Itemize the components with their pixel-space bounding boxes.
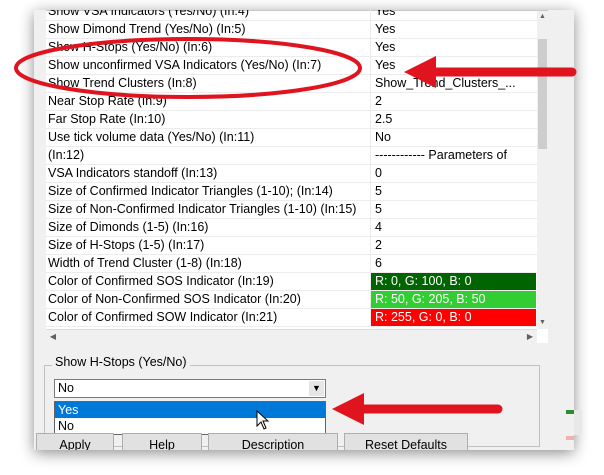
property-row[interactable]: Show Dimond Trend (Yes/No) (In:5) Yes <box>46 21 537 39</box>
property-value[interactable]: R: 50, G: 205, B: 50 <box>370 291 536 308</box>
chevron-down-icon[interactable]: ▼ <box>309 381 324 396</box>
property-label: Color of Confirmed SOS Indicator (In:19) <box>48 274 274 288</box>
property-row[interactable]: Color of Confirmed SOS Indicator (In:19)… <box>46 273 537 291</box>
property-label: Show Dimond Trend (Yes/No) (In:5) <box>48 22 246 36</box>
property-label: Show Trend Clusters (In:8) <box>48 76 197 90</box>
property-row[interactable]: Size of H-Stops (1-5) (In:17) 2 <box>46 237 537 255</box>
property-row[interactable]: Size of Non-Confirmed Indicator Triangle… <box>46 201 537 219</box>
property-label: Size of H-Stops (1-5) (In:17) <box>48 238 205 252</box>
property-row[interactable]: Far Stop Rate (In:10) 2.5 <box>46 111 537 129</box>
property-label: VSA Indicators standoff (In:13) <box>48 166 218 180</box>
horizontal-scrollbar[interactable]: ◀ ▶ <box>46 329 537 344</box>
value-select-text: No <box>58 381 74 395</box>
background-window-edge <box>574 410 582 435</box>
property-row[interactable]: Use tick volume data (Yes/No) (In:11) No <box>46 129 537 147</box>
description-button[interactable]: Description <box>208 433 338 450</box>
scroll-thumb[interactable] <box>538 39 547 149</box>
property-value[interactable]: Show_Trend_Clusters_... <box>370 75 536 92</box>
property-label: Size of Confirmed Indicator Triangles (1… <box>48 184 333 198</box>
scroll-right-icon[interactable]: ▶ <box>523 330 537 344</box>
property-value[interactable]: 0 <box>370 165 536 182</box>
property-value[interactable]: Yes <box>370 39 536 56</box>
dropdown-option-yes[interactable]: Yes <box>55 402 325 418</box>
property-value[interactable]: 4 <box>370 219 536 236</box>
apply-button[interactable]: Apply <box>36 433 114 450</box>
property-label: Size of Dimonds (1-5) (In:16) <box>48 220 209 234</box>
property-row[interactable]: Show H-Stops (Yes/No) (In:6) Yes <box>46 39 537 57</box>
help-button[interactable]: Help <box>122 433 202 450</box>
property-label: Show unconfirmed VSA Indicators (Yes/No)… <box>48 58 322 72</box>
property-value[interactable]: 2 <box>370 93 536 110</box>
property-value[interactable]: ------------ Parameters of <box>370 147 536 164</box>
property-label: Show H-Stops (Yes/No) (In:6) <box>48 40 213 54</box>
property-label: (In:12) <box>48 148 85 162</box>
property-value[interactable]: No <box>370 129 536 146</box>
property-row[interactable]: (In:12) ------------ Parameters of <box>46 147 537 165</box>
property-value[interactable]: 2.5 <box>370 111 536 128</box>
background-chart-fragment <box>566 410 574 414</box>
scroll-down-icon[interactable]: ▼ <box>537 317 548 329</box>
property-row[interactable]: Near Stop Rate (In:9) 2 <box>46 93 537 111</box>
property-label: Far Stop Rate (In:10) <box>48 112 166 126</box>
vertical-scrollbar[interactable]: ▲ ▼ <box>537 11 548 329</box>
scroll-left-icon[interactable]: ◀ <box>46 330 60 344</box>
property-label: Use tick volume data (Yes/No) (In:11) <box>48 130 255 144</box>
value-dropdown-list: Yes No <box>54 401 326 435</box>
property-row[interactable]: Size of Dimonds (1-5) (In:16) 4 <box>46 219 537 237</box>
scroll-up-icon[interactable]: ▲ <box>537 11 548 23</box>
property-label: Width of Trend Cluster (1-8) (In:18) <box>48 256 242 270</box>
property-row[interactable]: Color of Confirmed SOW Indicator (In:21)… <box>46 309 537 327</box>
property-row[interactable]: Show Trend Clusters (In:8) Show_Trend_Clu… <box>46 75 537 93</box>
property-value[interactable]: 5 <box>370 183 536 200</box>
property-label: Color of Confirmed SOW Indicator (In:21) <box>48 310 278 324</box>
property-label: Near Stop Rate (In:9) <box>48 94 167 108</box>
property-value[interactable]: 5 <box>370 201 536 218</box>
dropdown-option-no[interactable]: No <box>55 418 325 434</box>
value-editor-title: Show H-Stops (Yes/No) <box>52 355 190 369</box>
property-value[interactable]: Yes <box>370 21 536 38</box>
property-value[interactable]: 6 <box>370 255 536 272</box>
reset-defaults-button[interactable]: Reset Defaults <box>344 433 468 450</box>
property-value[interactable]: Yes <box>370 57 536 74</box>
value-select[interactable]: No ▼ <box>54 379 326 398</box>
property-value[interactable]: R: 0, G: 100, B: 0 <box>370 273 536 290</box>
property-value[interactable]: 2 <box>370 237 536 254</box>
properties-grid: Show VSA Indicators (Yes/No) (In:4) Yes Sh… <box>46 10 548 344</box>
property-row[interactable]: Size of Confirmed Indicator Triangles (1… <box>46 183 537 201</box>
property-label: Color of Non-Confirmed SOS Indicator (In… <box>48 292 301 306</box>
mouse-pointer-icon <box>256 410 270 430</box>
indicator-properties-dialog: Show VSA Indicators (Yes/No) (In:4) Yes Sh… <box>34 10 574 450</box>
property-row[interactable]: VSA Indicators standoff (In:13) 0 <box>46 165 537 183</box>
property-label: Show VSA Indicators (Yes/No) (In:4) <box>48 10 250 18</box>
property-row[interactable]: Color of Non-Confirmed SOS Indicator (In… <box>46 291 537 309</box>
property-row[interactable]: Width of Trend Cluster (1-8) (In:18) 6 <box>46 255 537 273</box>
property-row[interactable]: Show unconfirmed VSA Indicators (Yes/No)… <box>46 57 537 75</box>
property-value[interactable]: Yes <box>370 10 536 20</box>
property-row[interactable]: Show VSA Indicators (Yes/No) (In:4) Yes <box>46 10 537 21</box>
property-label: Size of Non-Confirmed Indicator Triangle… <box>48 202 357 216</box>
background-chart-fragment-2 <box>566 436 574 440</box>
property-value[interactable]: R: 255, G: 0, B: 0 <box>370 309 536 326</box>
